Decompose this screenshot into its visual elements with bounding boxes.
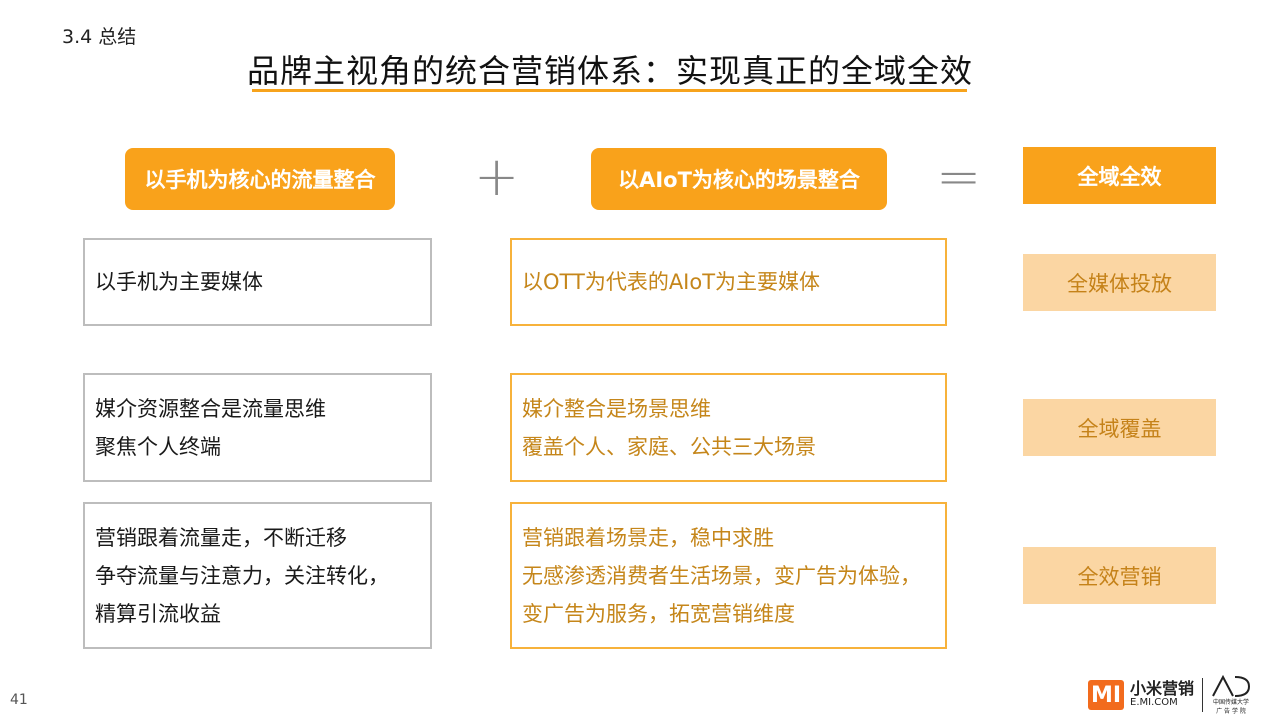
scene-box-1: 以OTT为代表的AIoT为主要媒体 — [510, 238, 947, 326]
title-underline — [252, 89, 967, 92]
page-title: 品牌主视角的统合营销体系：实现真正的全域全效 — [246, 52, 973, 90]
traffic-text: 争夺流量与注意力，关注转化， — [95, 563, 389, 588]
column-header-result: 全域全效 — [1023, 147, 1216, 204]
result-badge-1: 全媒体投放 — [1023, 254, 1216, 311]
scene-text: 营销跟着场景走，稳中求胜 — [522, 525, 774, 550]
column-header-scene: 以AIoT为核心的场景整合 — [591, 148, 887, 210]
traffic-box-1: 以手机为主要媒体 — [83, 238, 432, 326]
scene-box-3: 营销跟着场景走，稳中求胜 无感渗透消费者生活场景，变广告为体验， 变广告为服务，… — [510, 502, 947, 649]
scene-text: 媒介整合是场景思维 — [522, 396, 711, 421]
logo-divider — [1202, 678, 1204, 712]
xiaomi-marketing-label: 小米营销 E.MI.COM — [1130, 681, 1194, 708]
traffic-box-3: 营销跟着流量走，不断迁移 争夺流量与注意力，关注转化， 精算引流收益 — [83, 502, 432, 649]
xiaomi-logo-icon: MI — [1088, 680, 1124, 710]
page-number: 41 — [10, 692, 28, 708]
partner-line-2: 广 告 学 院 — [1216, 708, 1246, 715]
footer-logos: MI 小米营销 E.MI.COM 中国传媒大学 广 告 学 院 — [1088, 675, 1251, 715]
column-header-traffic: 以手机为核心的流量整合 — [125, 148, 395, 210]
scene-text: 变广告为服务，拓宽营销维度 — [522, 601, 795, 626]
brand-url: E.MI.COM — [1130, 697, 1178, 709]
scene-box-2: 媒介整合是场景思维 覆盖个人、家庭、公共三大场景 — [510, 373, 947, 482]
traffic-text: 媒介资源整合是流量思维 — [95, 396, 326, 421]
partner-line-1: 中国传媒大学 — [1213, 699, 1250, 706]
plus-sign: + — [474, 145, 520, 208]
traffic-box-2: 媒介资源整合是流量思维 聚焦个人终端 — [83, 373, 432, 482]
traffic-text: 精算引流收益 — [95, 601, 221, 626]
traffic-text: 聚焦个人终端 — [95, 434, 221, 459]
scene-text: 以OTT为代表的AIoT为主要媒体 — [522, 270, 821, 294]
section-number: 3.4 总结 — [62, 26, 137, 48]
result-badge-2: 全域覆盖 — [1023, 399, 1216, 456]
traffic-text: 以手机为主要媒体 — [95, 270, 263, 294]
traffic-text: 营销跟着流量走，不断迁移 — [95, 525, 347, 550]
ad-logo-glyph-icon — [1212, 675, 1251, 697]
scene-text: 无感渗透消费者生活场景，变广告为体验， — [522, 563, 921, 588]
scene-text: 覆盖个人、家庭、公共三大场景 — [522, 434, 816, 459]
brand-name-cn: 小米营销 — [1130, 679, 1195, 699]
cuc-ad-logo-icon: 中国传媒大学 广 告 学 院 — [1211, 675, 1251, 715]
equals-sign: = — [936, 145, 982, 208]
result-badge-3: 全效营销 — [1023, 547, 1216, 604]
